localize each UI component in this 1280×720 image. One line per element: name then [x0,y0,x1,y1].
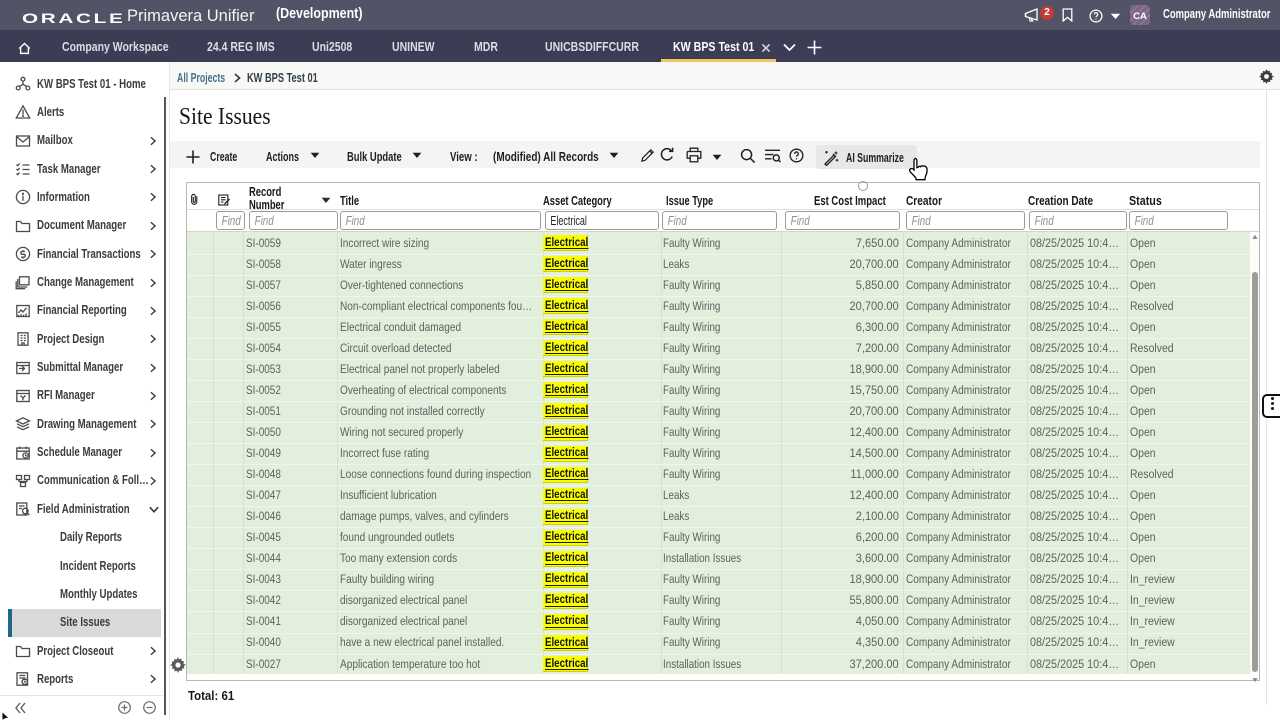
svg-text:CA: CA [1133,11,1147,22]
